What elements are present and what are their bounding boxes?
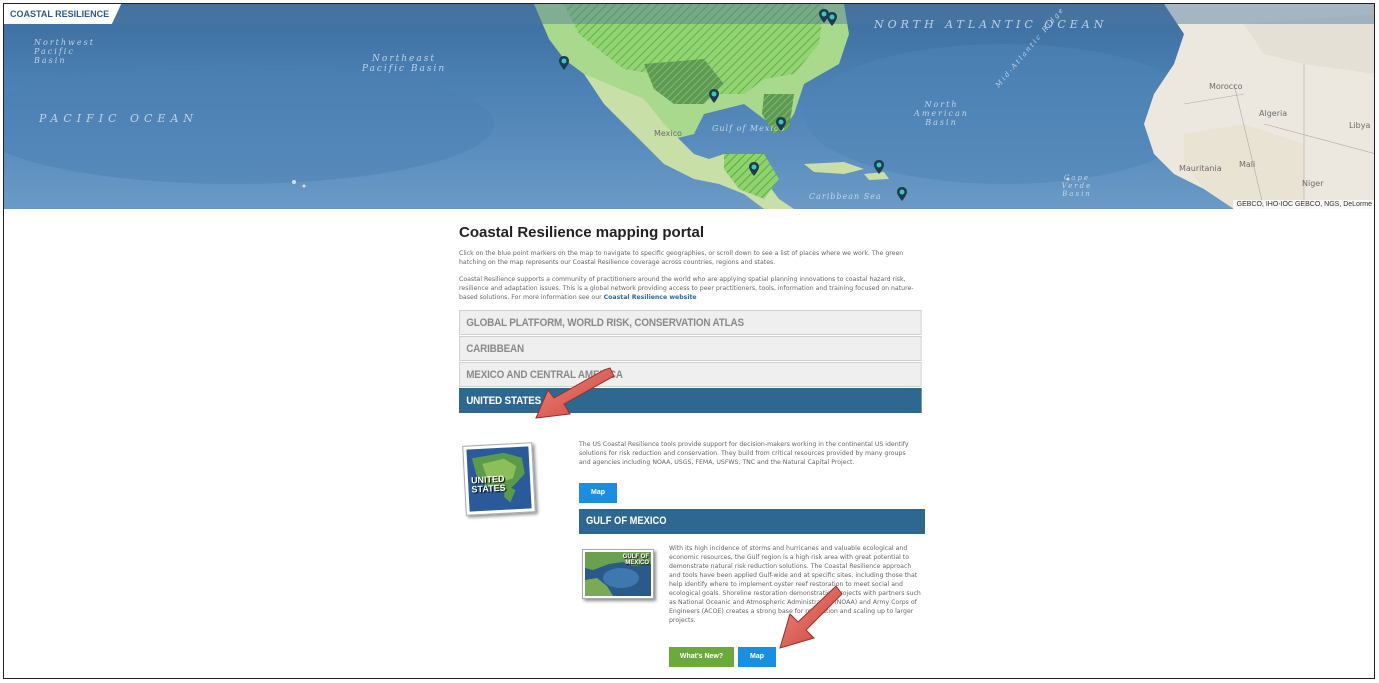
app-tab[interactable]: COASTAL RESILIENCE [4, 4, 122, 24]
land-label-mali: Mali [1239, 160, 1256, 169]
ocean-label-gulf: Gulf of Mexico [712, 124, 786, 133]
location-marker-caribbean[interactable] [874, 160, 884, 174]
location-marker-northeast-2[interactable] [827, 12, 837, 26]
land-label-algeria: Algeria [1259, 109, 1288, 118]
ocean-label-na-basin: North American Basin [914, 100, 969, 127]
ocean-label-nw-pacific: Northwest Pacific Basin [34, 38, 95, 65]
map-top-bar [4, 4, 1374, 24]
page-title: Coastal Resilience mapping portal [459, 224, 705, 241]
gulf-of-mexico-thumb-label: GULF OF MEXICO [622, 554, 649, 566]
accordion-caribbean[interactable]: CARIBBEAN [459, 336, 922, 361]
ocean-label-ne-pacific: Northeast Pacific Basin [361, 54, 447, 74]
gulf-of-mexico-thumbnail[interactable]: GULF OF MEXICO [582, 549, 654, 599]
location-marker-florida[interactable] [776, 117, 786, 131]
location-marker-central-america[interactable] [749, 162, 759, 176]
intro-paragraph-1: Click on the blue point markers on the m… [459, 250, 904, 266]
map-attribution: GEBCO, IHO-IOC GEBCO, NGS, DeLorme [1232, 200, 1374, 209]
land-label-morocco: Morocco [1209, 82, 1243, 91]
ocean-label-caribbean: Caribbean Sea [809, 192, 882, 201]
whats-new-button[interactable]: What's New? [669, 647, 734, 667]
land-label-libya: Libya [1349, 121, 1371, 130]
coverage-map[interactable]: COASTAL RESILIENCE NORTH ATLANTIC OCEAN … [4, 4, 1374, 209]
location-marker-grenadines[interactable] [897, 187, 907, 201]
united-states-thumb-label: UNITED STATES [470, 473, 506, 495]
accordion-global-platform[interactable]: GLOBAL PLATFORM, WORLD RISK, CONSERVATIO… [459, 310, 922, 335]
united-states-thumbnail[interactable]: UNITED STATES [462, 442, 536, 516]
ocean-label-north-atlantic: NORTH ATLANTIC OCEAN [874, 18, 1108, 31]
land-label-mauritania: Mauritania [1179, 164, 1222, 173]
gulf-of-mexico-header-label: GULF OF MEXICO [586, 515, 667, 527]
intro-paragraph-2: Coastal Resilience supports a community … [459, 275, 924, 302]
map-graphic [4, 4, 1374, 209]
annotation-arrow-gulf-map [779, 585, 843, 649]
location-marker-california[interactable] [559, 56, 569, 70]
gulf-of-mexico-header[interactable]: GULF OF MEXICO [579, 509, 925, 534]
land-label-mexico: Mexico [654, 129, 682, 138]
united-states-map-button[interactable]: Map [579, 483, 617, 503]
land-label-niger: Niger [1302, 179, 1324, 188]
location-marker-texas[interactable] [709, 89, 719, 103]
browser-frame: COASTAL RESILIENCE NORTH ATLANTIC OCEAN … [3, 3, 1375, 679]
united-states-description: The US Coastal Resilience tools provide … [579, 441, 909, 466]
ocean-label-cape-verde: Cape Verde Basin [1061, 174, 1093, 198]
annotation-arrow-united-states [535, 367, 615, 419]
coastal-resilience-website-link[interactable]: Coastal Resilience website [604, 294, 697, 301]
ocean-label-pacific: PACIFIC OCEAN [39, 112, 199, 125]
gulf-of-mexico-map-button[interactable]: Map [738, 647, 776, 667]
